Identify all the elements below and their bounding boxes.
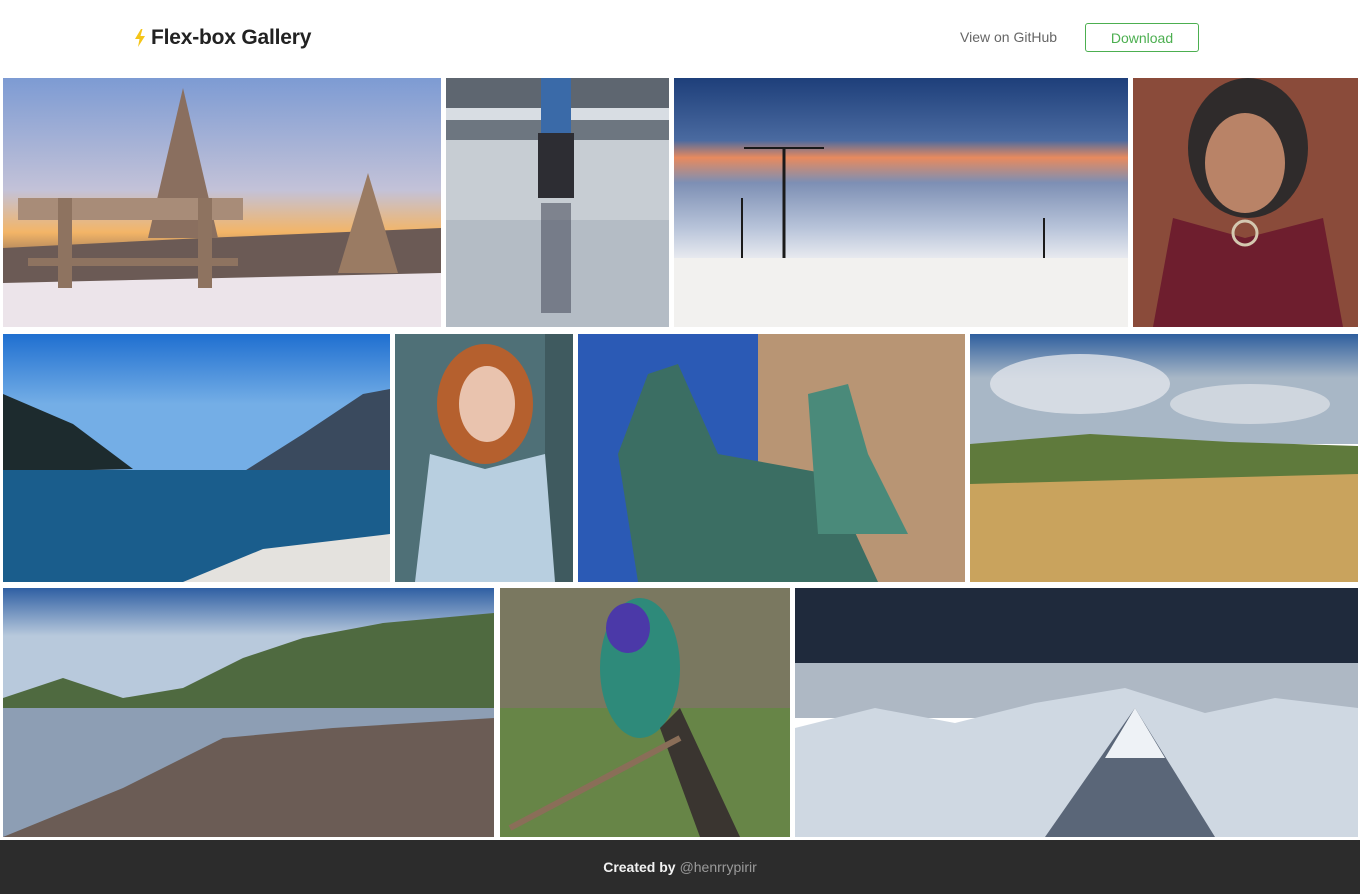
gallery-image-snowy-bench[interactable] xyxy=(3,78,441,327)
site-footer: Created by @henrrypirir xyxy=(0,840,1360,894)
gallery-image-blue-lake[interactable] xyxy=(3,334,390,582)
author-link[interactable]: @henrrypirir xyxy=(680,859,757,875)
site-header: Flex-box Gallery View on GitHub Download xyxy=(0,0,1360,76)
gallery-image-wind-turbines[interactable] xyxy=(674,78,1128,327)
site-title: Flex-box Gallery xyxy=(151,26,312,49)
gallery-image-statue[interactable] xyxy=(578,334,965,582)
gallery-image-snowy-mountains[interactable] xyxy=(795,588,1358,837)
gallery-image-hummingbird[interactable] xyxy=(500,588,790,837)
download-button[interactable]: Download xyxy=(1085,23,1199,52)
gallery-image-fields[interactable] xyxy=(970,334,1358,582)
gallery-image-surfer[interactable] xyxy=(446,78,669,327)
lightning-bolt-icon xyxy=(134,29,146,47)
gallery-image-rocky-coast[interactable] xyxy=(3,588,494,837)
created-by-label: Created by xyxy=(603,859,676,875)
github-link[interactable]: View on GitHub xyxy=(960,29,1057,45)
gallery-image-elderly-woman[interactable] xyxy=(1133,78,1358,327)
gallery-image-woman-denim[interactable] xyxy=(395,334,573,582)
brand[interactable]: Flex-box Gallery xyxy=(134,24,311,52)
